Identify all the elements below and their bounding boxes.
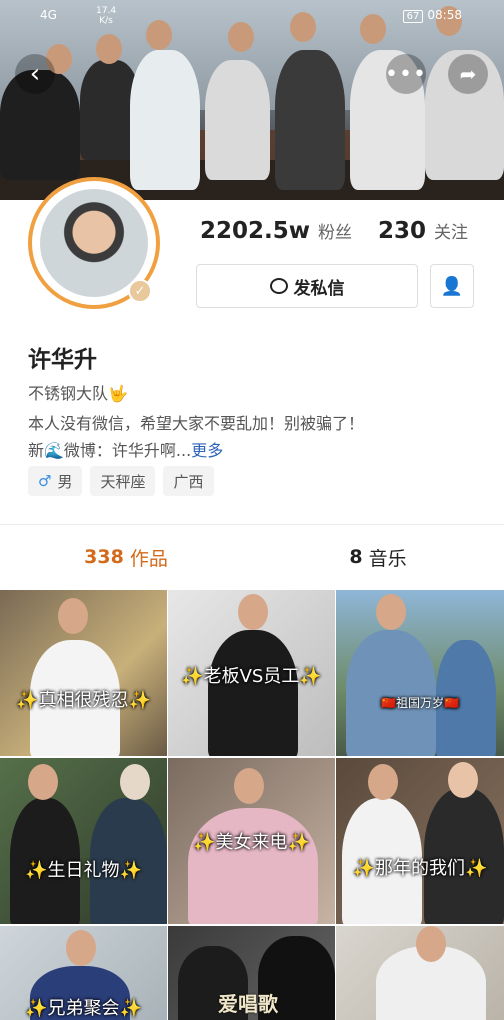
thumb-head [234, 768, 264, 804]
signal-indicator: 4G [40, 8, 57, 22]
thumb-head [416, 926, 446, 962]
works-label: 作品 [129, 547, 168, 570]
video-thumbnail[interactable]: ✨生日礼物✨ [0, 758, 167, 924]
back-arrow-icon: ‹ [29, 59, 41, 89]
video-thumbnail[interactable]: ✨真相很残忍✨ [0, 590, 167, 756]
works-count: 338 [84, 546, 124, 568]
following-label[interactable]: 关注 [434, 218, 468, 243]
video-thumbnail[interactable]: ✨兄弟聚会✨ [0, 926, 167, 1020]
section-divider [0, 524, 504, 525]
banner-person [275, 50, 345, 190]
status-right: 67 08:58 [402, 8, 462, 23]
video-caption: ✨生日礼物✨ [25, 860, 142, 881]
video-caption: ✨美女来电✨ [193, 832, 310, 853]
video-caption: ✨老板VS员工✨ [181, 666, 322, 687]
tag-location-label: 广西 [173, 472, 204, 491]
thumb-head [376, 594, 406, 630]
bio-line-3: 新🌊微博：许华升啊...更多 [28, 437, 223, 461]
avatar[interactable]: ✓ [28, 177, 160, 309]
thumb-head [448, 762, 478, 798]
thumb-head [28, 764, 58, 800]
video-thumbnail[interactable]: ✨那年的我们✨ [336, 758, 504, 924]
watermark-text: 爱唱歌 [218, 992, 278, 1016]
male-icon: ♂ [38, 472, 52, 490]
profile-stats: 2202.5w 粉丝 230 关注 [200, 218, 494, 252]
tab-works[interactable]: 338 作品 [0, 526, 252, 588]
music-label: 音乐 [368, 547, 407, 570]
followers-label[interactable]: 粉丝 [318, 218, 352, 243]
tag-gender-label: 男 [57, 472, 73, 491]
more-dots-icon: ••• [385, 61, 427, 87]
thumb-head [66, 930, 96, 966]
tag-gender: ♂ 男 [28, 466, 83, 496]
tag-zodiac-label: 天秤座 [100, 472, 146, 491]
thumb-head [58, 598, 88, 634]
back-button[interactable]: ‹ [15, 54, 55, 94]
thumb-figure [188, 808, 318, 924]
banner-person [130, 50, 200, 190]
banner-head [96, 34, 122, 64]
clock-time: 08:58 [427, 8, 462, 22]
thumb-head [368, 764, 398, 800]
bio-line-1: 不锈钢大队🤟 [28, 384, 128, 403]
net-speed-unit: K/s [99, 16, 113, 26]
video-thumbnail[interactable]: 🇨🇳祖国万岁🇨🇳 [336, 590, 504, 756]
more-button[interactable]: ••• [385, 54, 427, 94]
video-caption: ✨真相很残忍✨ [16, 690, 151, 711]
send-message-label: 发私信 [293, 278, 345, 299]
followers-count[interactable]: 2202.5w [200, 218, 310, 244]
tab-music[interactable]: 8 音乐 [252, 526, 504, 588]
thumb-head [238, 594, 268, 630]
tag-zodiac: 天秤座 [90, 466, 156, 496]
profile-name: 许华升 [28, 347, 97, 373]
content-tabs: 338 作品 8 音乐 [0, 526, 504, 588]
user-check-icon: 👤 [440, 275, 464, 297]
verified-check-icon: ✓ [128, 279, 152, 303]
thumb-head [120, 764, 150, 800]
video-caption: ✨那年的我们✨ [352, 858, 488, 879]
send-message-button[interactable]: 发私信 [196, 264, 418, 308]
bio-more-link[interactable]: 更多 [191, 441, 223, 460]
video-caption: ✨兄弟聚会✨ [25, 998, 142, 1019]
video-thumbnail[interactable] [336, 926, 504, 1020]
video-thumbnail[interactable]: ✨老板VS员工✨ [168, 590, 335, 756]
thumb-figure [346, 630, 436, 756]
bio-weibo-text: 新🌊微博：许华升啊... [28, 441, 192, 460]
tag-location: 广西 [163, 466, 214, 496]
share-icon: ➦ [459, 62, 477, 86]
status-bar: 4G 17.4 K/s 67 08:58 [0, 6, 504, 30]
net-speed: 17.4 K/s [96, 6, 116, 26]
video-caption: 🇨🇳祖国万岁🇨🇳 [381, 696, 459, 710]
net-speed-value: 17.4 [96, 6, 117, 16]
share-button[interactable]: ➦ [448, 54, 488, 94]
profile-tags: ♂ 男 天秤座 广西 [28, 466, 222, 496]
video-thumbnail[interactable]: ✨美女来电✨ [168, 758, 335, 924]
bio-line-2: 本人没有微信，希望大家不要乱加！别被骗了！ [28, 414, 365, 433]
battery-level: 67 [402, 10, 424, 23]
video-grid: ✨真相很残忍✨ ✨老板VS员工✨ 🇨🇳祖国万岁🇨🇳 ✨生日礼物✨ ✨美女来电✨ … [0, 590, 504, 1020]
music-count: 8 [349, 546, 363, 568]
following-count[interactable]: 230 [378, 218, 426, 244]
banner-person [205, 60, 270, 180]
chat-bubble-icon [269, 278, 288, 294]
thumb-figure [208, 630, 298, 756]
follow-user-button[interactable]: 👤 [430, 264, 474, 308]
